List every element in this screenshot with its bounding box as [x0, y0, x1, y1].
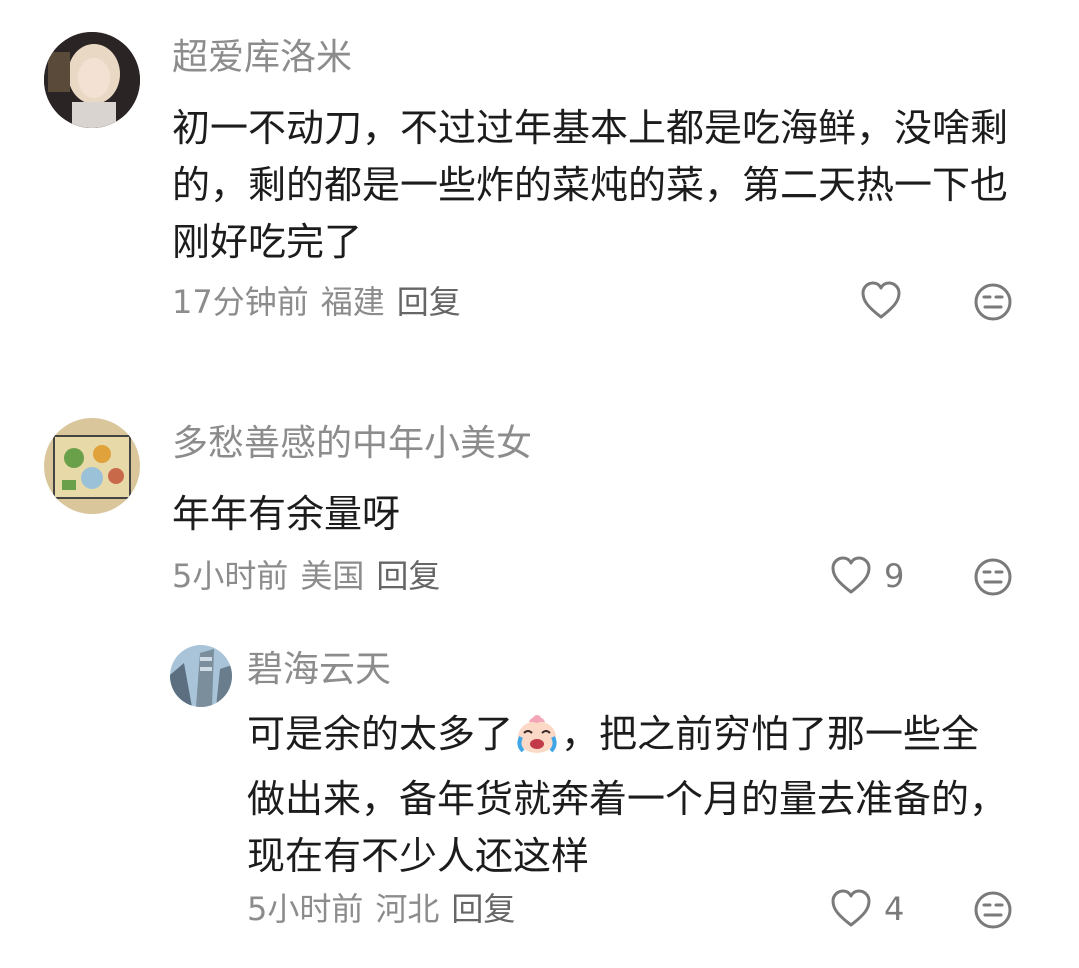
- avatar[interactable]: [170, 645, 232, 707]
- comment-time: 5小时前: [172, 557, 289, 595]
- comment-meta: 5小时前 河北 回复: [247, 889, 527, 929]
- comment-text: 年年有余量呀: [172, 492, 401, 536]
- like-count: 4: [884, 890, 905, 928]
- comment-text: 可是余的太多了 ，把之前穷怕了那一些全做出来，备年货就奔着一个月的量去准备的，现…: [247, 706, 1017, 885]
- comment-text: 初一不动刀，不过过年基本上都是吃海鲜，没啥剩的，剩的都是一些炸的菜炖的菜，第二天…: [172, 106, 1009, 264]
- dislike-button[interactable]: [973, 282, 1013, 326]
- neutral-face-icon: [974, 891, 1012, 929]
- comment-username[interactable]: 超爱库洛米: [172, 36, 352, 80]
- reply-button[interactable]: 回复: [397, 283, 461, 321]
- comment-text-part: 可是余的太多了: [247, 712, 514, 756]
- heart-icon: [861, 281, 901, 319]
- comment-username[interactable]: 多愁善感的中年小美女: [172, 422, 532, 466]
- reply-button[interactable]: 回复: [451, 890, 515, 928]
- crying-laugh-emoji-icon: [515, 713, 559, 771]
- neutral-face-icon: [974, 558, 1012, 596]
- heart-icon: [831, 556, 871, 594]
- dislike-button[interactable]: [973, 557, 1013, 601]
- neutral-face-icon: [974, 283, 1012, 321]
- avatar[interactable]: [44, 32, 140, 128]
- heart-icon: [831, 889, 871, 927]
- comment-location: 河北: [375, 890, 440, 928]
- like-count: 9: [884, 557, 905, 595]
- reply-button[interactable]: 回复: [376, 557, 440, 595]
- like-button[interactable]: 9: [830, 556, 904, 596]
- like-button[interactable]: 4: [830, 889, 904, 929]
- comment-time: 5小时前: [247, 890, 364, 928]
- comment-location: 福建: [320, 283, 385, 321]
- dislike-button[interactable]: [973, 890, 1013, 934]
- comment-username[interactable]: 碧海云天: [247, 648, 391, 692]
- comment-meta: 17分钟前 福建 回复: [172, 282, 473, 322]
- comment-meta: 5小时前 美国 回复: [172, 556, 452, 596]
- avatar[interactable]: [44, 418, 140, 514]
- like-button[interactable]: [860, 281, 914, 321]
- comment-time: 17分钟前: [172, 283, 309, 321]
- comment-location: 美国: [300, 557, 365, 595]
